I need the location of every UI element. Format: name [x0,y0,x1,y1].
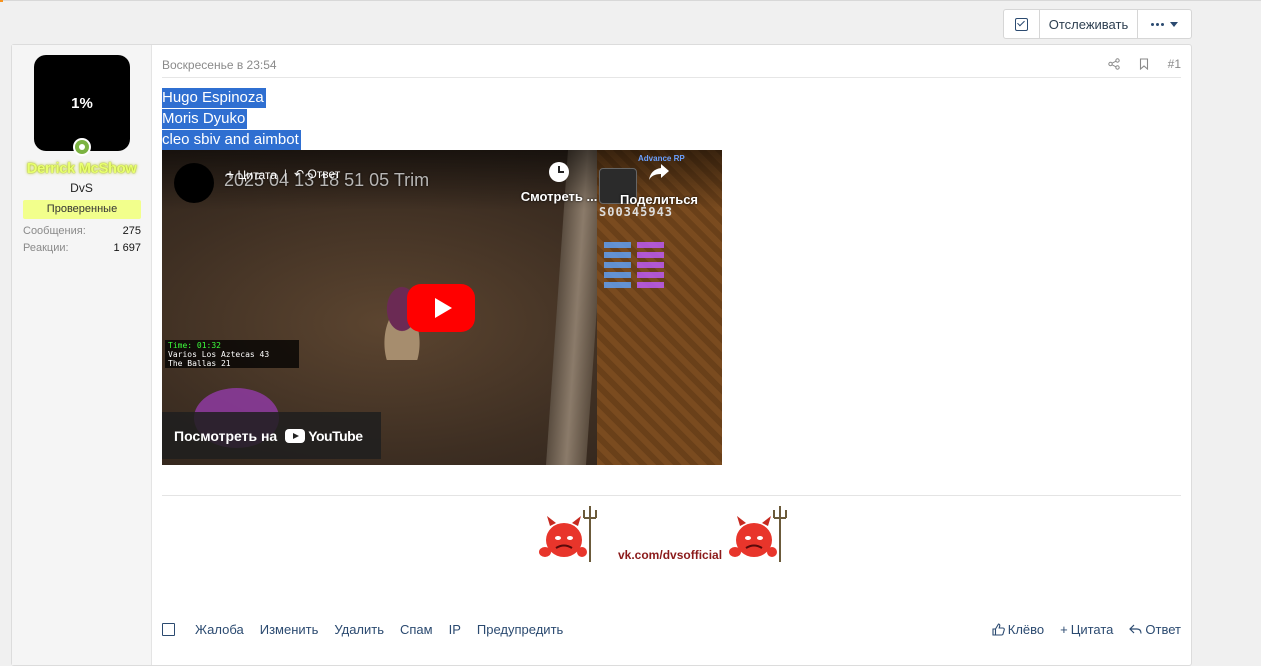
thumbs-up-icon [992,623,1005,636]
follow-button[interactable]: Отслеживать [1040,10,1138,38]
quote-button[interactable]: + Цитата [1060,622,1113,637]
watch-on-label: Посмотреть на [174,427,278,444]
select-thread-button[interactable] [1004,10,1040,38]
share-arrow-icon [649,164,669,180]
more-menu-button[interactable] [1138,10,1191,38]
hud-time: Time: 01:32 [168,341,221,350]
avatar[interactable]: 1% [34,55,130,151]
warn-link[interactable]: Предупредить [477,622,563,637]
post: 1% Derrick McShow DvS Проверенные Сообще… [11,44,1192,666]
user-title: DvS [70,181,93,195]
video-action-divider: | [283,167,288,181]
signature: vk.com/dvsofficial [538,500,804,565]
spam-link[interactable]: Спам [400,622,433,637]
reply-button[interactable]: Ответ [1129,622,1181,637]
post-main: Воскресенье в 23:54 #1 Hugo Espinoza Mor… [162,45,1181,665]
video-quote-label: Цитата [237,168,277,182]
quote-label: Цитата [1070,622,1114,637]
online-status-icon [73,138,91,156]
thread-action-bar: Отслеживать [1003,9,1192,39]
post-date[interactable]: Воскресенье в 23:54 [162,58,277,72]
post-line: Hugo Espinoza [162,88,266,108]
channel-avatar[interactable] [174,163,214,203]
stat-value: 1 697 [113,242,141,254]
post-line: cleo sbiv and aimbot [162,130,301,150]
post-footer-right: Клёво + Цитата Ответ [992,622,1181,637]
youtube-embed[interactable]: Advance RP S00345943 2025 04 13 18 51 05… [162,150,722,465]
chevron-down-icon [1170,21,1178,27]
hud-row: Varios Los Aztecas 43 [168,350,270,359]
username[interactable]: Derrick McShow [12,160,151,177]
devil-icon [539,506,597,562]
top-accent [0,0,3,2]
video-overlay-actions: + Цитата | ↶ Ответ [226,166,340,182]
video-share-label: Поделиться [619,192,699,207]
like-button[interactable]: Клёво [992,622,1044,637]
video-reply-button[interactable]: ↶ Ответ [294,167,340,181]
video-score: S00345943 [599,205,674,219]
reply-icon [1129,624,1143,634]
post-body: Hugo Espinoza Moris Dyuko cleo sbiv and … [162,88,301,151]
report-link[interactable]: Жалоба [195,622,244,637]
select-post-checkbox[interactable] [162,623,175,636]
watch-later-button[interactable]: Смотреть ... [519,162,599,204]
devil-icon [729,506,787,562]
post-footer-left: Жалоба Изменить Удалить Спам IP Предупре… [162,622,579,637]
stat-messages: Сообщения: 275 [23,225,141,237]
edit-link[interactable]: Изменить [260,622,319,637]
play-button[interactable] [407,284,475,332]
video-player-list [604,242,664,292]
stat-label: Реакции: [23,242,69,254]
delete-link[interactable]: Удалить [334,622,384,637]
avatar-text: 1% [71,94,93,112]
youtube-logo-icon: YouTube [285,427,363,444]
play-icon [434,298,452,318]
video-reply-label: Ответ [307,167,341,181]
more-dots-icon [1151,22,1164,26]
watch-later-label: Смотреть ... [520,189,598,204]
top-border [0,0,1261,1]
signature-link[interactable]: vk.com/dvsofficial [618,548,722,562]
ip-link[interactable]: IP [449,622,461,637]
clock-icon [549,162,569,182]
bookmark-icon[interactable] [1138,58,1150,70]
youtube-logo-text: YouTube [308,427,363,444]
like-label: Клёво [1007,622,1045,637]
post-footer: Жалоба Изменить Удалить Спам IP Предупре… [162,620,1181,640]
post-line: Moris Dyuko [162,109,248,129]
stat-value: 275 [122,225,141,237]
hud-row: The Ballas 21 [168,359,231,368]
signature-divider [162,495,1181,496]
video-share-button[interactable]: Поделиться [614,162,704,207]
stat-label: Сообщения: [23,225,86,237]
user-panel: 1% Derrick McShow DvS Проверенные Сообще… [12,45,152,665]
post-tools: #1 [1107,57,1181,71]
post-meta: Воскресенье в 23:54 #1 [162,57,1181,78]
post-number[interactable]: #1 [1168,57,1181,71]
plus-icon: + [1060,622,1068,637]
user-banner: Проверенные [23,200,141,219]
follow-label: Отслеживать [1048,16,1129,32]
watch-on-youtube-button[interactable]: Посмотреть на YouTube [162,412,381,459]
video-quote-button[interactable]: + Цитата [226,166,277,182]
stat-reactions: Реакции: 1 697 [23,242,141,254]
reply-label: Ответ [1145,622,1181,637]
share-icon[interactable] [1107,58,1120,70]
checkbox-icon [1015,17,1028,31]
video-hud: Time: 01:32 Varios Los Aztecas 43 The Ba… [165,340,299,368]
